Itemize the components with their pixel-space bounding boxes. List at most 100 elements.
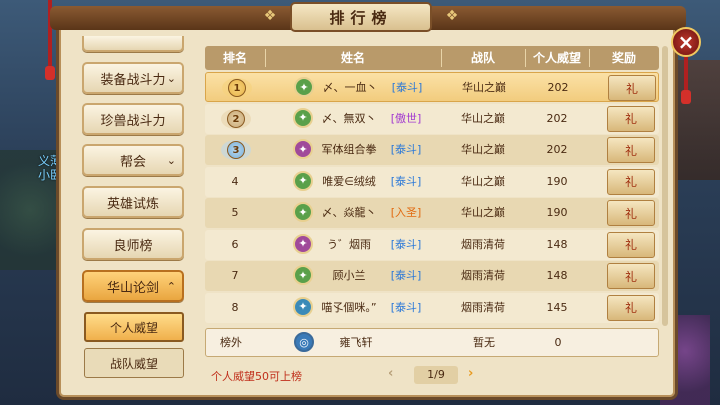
menu-item-hero-trial[interactable]: 英雄试炼 bbox=[82, 186, 184, 218]
player-name: う゛烟雨 bbox=[327, 237, 371, 251]
prestige-value: 145 bbox=[546, 300, 568, 314]
player-name: 〆、無双丶 bbox=[321, 111, 377, 125]
reward-chest-glyph: 礼 bbox=[624, 143, 637, 158]
team-name: 烟雨清荷 bbox=[461, 300, 505, 314]
close-icon[interactable]: × bbox=[671, 27, 701, 57]
reward-chest-icon[interactable]: 礼 bbox=[607, 263, 655, 289]
reward-chest-icon[interactable]: 礼 bbox=[607, 231, 655, 258]
player-title-badge: [泰斗] bbox=[390, 143, 422, 156]
prestige-value: 202 bbox=[546, 111, 568, 125]
team-name: 华山之巅 bbox=[461, 143, 505, 156]
rank-medal-icon: 2 bbox=[219, 105, 253, 133]
menu-item-cutoff[interactable] bbox=[82, 36, 184, 52]
table-row[interactable]: 7 ✦ 顾小兰 [泰斗] 烟雨清荷 148 礼 bbox=[205, 261, 659, 291]
next-page-icon[interactable]: › bbox=[468, 366, 473, 381]
player-name: 军体组合拳 bbox=[321, 143, 377, 156]
title-ornament-left-icon: ❖ bbox=[263, 8, 277, 24]
chevron-down-icon: ⌄ bbox=[166, 153, 176, 167]
menu-item-huashan-duel[interactable]: 华山论剑 ⌃ bbox=[82, 270, 184, 302]
scrollbar[interactable] bbox=[662, 46, 668, 326]
class-emblem-icon: ✦ bbox=[293, 107, 313, 128]
menu-item-label: 帮会 bbox=[119, 154, 146, 170]
player-name: 唯爱∈绒绒 bbox=[322, 174, 376, 188]
rank-number: 8 bbox=[231, 300, 239, 314]
self-rank: 榜外 bbox=[220, 336, 242, 349]
rank-number: 6 bbox=[231, 237, 239, 251]
reward-chest-glyph: 礼 bbox=[624, 112, 637, 126]
table-header: 排名 姓名 战队 个人威望 奖励 bbox=[205, 46, 659, 70]
player-title-badge: [傲世] bbox=[390, 111, 422, 125]
reward-chest-icon[interactable]: 礼 bbox=[607, 200, 655, 226]
reward-chest-glyph: 礼 bbox=[624, 206, 637, 221]
table-row[interactable]: 8 ✦ 喵孓個咪。” [泰斗] 烟雨清荷 145 礼 bbox=[205, 292, 659, 323]
player-name: 〆、一血丶 bbox=[322, 81, 378, 94]
reward-chest-glyph: 礼 bbox=[624, 175, 637, 189]
page-indicator: 1/9 bbox=[414, 366, 458, 384]
player-title-badge: [入圣] bbox=[390, 206, 422, 219]
prestige-value: 202 bbox=[546, 143, 568, 156]
chevron-up-icon: ⌃ bbox=[166, 279, 176, 293]
class-emblem-icon: ✦ bbox=[293, 233, 313, 254]
player-name: 〆、焱龍丶 bbox=[321, 206, 377, 219]
submenu-personal-prestige[interactable]: 个人威望 bbox=[84, 312, 184, 342]
player-title-badge: [泰斗] bbox=[390, 237, 422, 251]
rank-number: 3 bbox=[227, 141, 245, 159]
window-title: 排行榜 bbox=[290, 2, 432, 32]
rank-number: 1 bbox=[228, 79, 246, 97]
team-name: 烟雨清荷 bbox=[461, 269, 505, 282]
rank-medal-icon: 3 bbox=[219, 136, 253, 164]
tassel-knot-left bbox=[45, 66, 55, 80]
header-team: 战队 bbox=[470, 51, 495, 65]
menu-item-label: 英雄试炼 bbox=[106, 196, 159, 212]
header-rank: 排名 bbox=[222, 51, 247, 65]
reward-chest-icon[interactable]: 礼 bbox=[607, 105, 655, 132]
class-emblem-icon: ◎ bbox=[294, 332, 314, 352]
reward-chest-glyph: 礼 bbox=[625, 81, 638, 96]
class-emblem-icon: ✦ bbox=[293, 170, 313, 191]
menu-item-guild[interactable]: 帮会 ⌄ bbox=[82, 144, 184, 176]
reward-chest-glyph: 礼 bbox=[624, 238, 637, 252]
table-row[interactable]: 1 ✦ 〆、一血丶 [泰斗] 华山之巅 202 礼 bbox=[205, 72, 659, 102]
player-name: 顾小兰 bbox=[332, 269, 366, 282]
prestige-value: 190 bbox=[546, 174, 568, 188]
team-name: 华山之巅 bbox=[461, 206, 505, 219]
table-row[interactable]: 4 ✦ 唯爱∈绒绒 [泰斗] 华山之巅 190 礼 bbox=[205, 166, 659, 197]
header-name: 姓名 bbox=[340, 51, 365, 65]
self-team: 暂无 bbox=[473, 336, 495, 349]
class-emblem-icon: ✦ bbox=[293, 139, 313, 159]
table-row[interactable]: 2 ✦ 〆、無双丶 [傲世] 华山之巅 202 礼 bbox=[205, 103, 659, 134]
menu-item-label: 装备战斗力 bbox=[100, 72, 166, 88]
player-title-badge: [泰斗] bbox=[390, 300, 422, 314]
team-name: 华山之巅 bbox=[461, 174, 505, 188]
class-emblem-icon: ✦ bbox=[293, 202, 313, 222]
title-ornament-right-icon: ❖ bbox=[445, 8, 459, 24]
menu-item-label: 良师榜 bbox=[113, 238, 153, 254]
table-row[interactable]: 6 ✦ う゛烟雨 [泰斗] 烟雨清荷 148 礼 bbox=[205, 229, 659, 260]
class-emblem-icon: ✦ bbox=[293, 265, 313, 285]
chevron-down-icon: ⌄ bbox=[166, 71, 176, 85]
submenu-team-prestige[interactable]: 战队威望 bbox=[84, 348, 184, 378]
reward-chest-icon[interactable]: 礼 bbox=[607, 294, 655, 321]
table-row[interactable]: 5 ✦ 〆、焱龍丶 [入圣] 华山之巅 190 礼 bbox=[205, 198, 659, 228]
rank-medal-icon: 1 bbox=[220, 74, 254, 102]
reward-chest-icon[interactable]: 礼 bbox=[607, 168, 655, 195]
reward-chest-icon[interactable]: 礼 bbox=[608, 75, 656, 101]
prev-page-icon[interactable]: ‹ bbox=[388, 366, 393, 381]
ranking-table: 排名 姓名 战队 个人威望 奖励 1 ✦ 〆、一血丶 [泰斗] 华山之巅 202 礼 2 ✦ 〆、… bbox=[205, 46, 659, 358]
tassel-knot-right bbox=[681, 90, 691, 104]
reward-chest-icon[interactable]: 礼 bbox=[607, 137, 655, 163]
rank-number: 5 bbox=[231, 206, 239, 219]
prestige-value: 148 bbox=[546, 237, 568, 251]
player-title-badge: [泰斗] bbox=[390, 269, 422, 282]
self-prestige: 0 bbox=[554, 336, 562, 349]
self-rank-row: 榜外 ◎ 雍飞轩 暂无 0 bbox=[205, 328, 659, 357]
requirement-note: 个人威望50可上榜 bbox=[211, 370, 302, 383]
table-row[interactable]: 3 ✦ 军体组合拳 [泰斗] 华山之巅 202 礼 bbox=[205, 135, 659, 165]
menu-item-pet-power[interactable]: 珍兽战斗力 bbox=[82, 103, 184, 135]
class-emblem-icon: ✦ bbox=[294, 77, 314, 97]
menu-item-equipment-power[interactable]: 装备战斗力 ⌄ bbox=[82, 62, 184, 94]
prestige-value: 148 bbox=[546, 269, 568, 282]
menu-item-mentor-rank[interactable]: 良师榜 bbox=[82, 228, 184, 260]
rank-number: 2 bbox=[227, 109, 245, 128]
header-reward: 奖励 bbox=[611, 51, 636, 65]
